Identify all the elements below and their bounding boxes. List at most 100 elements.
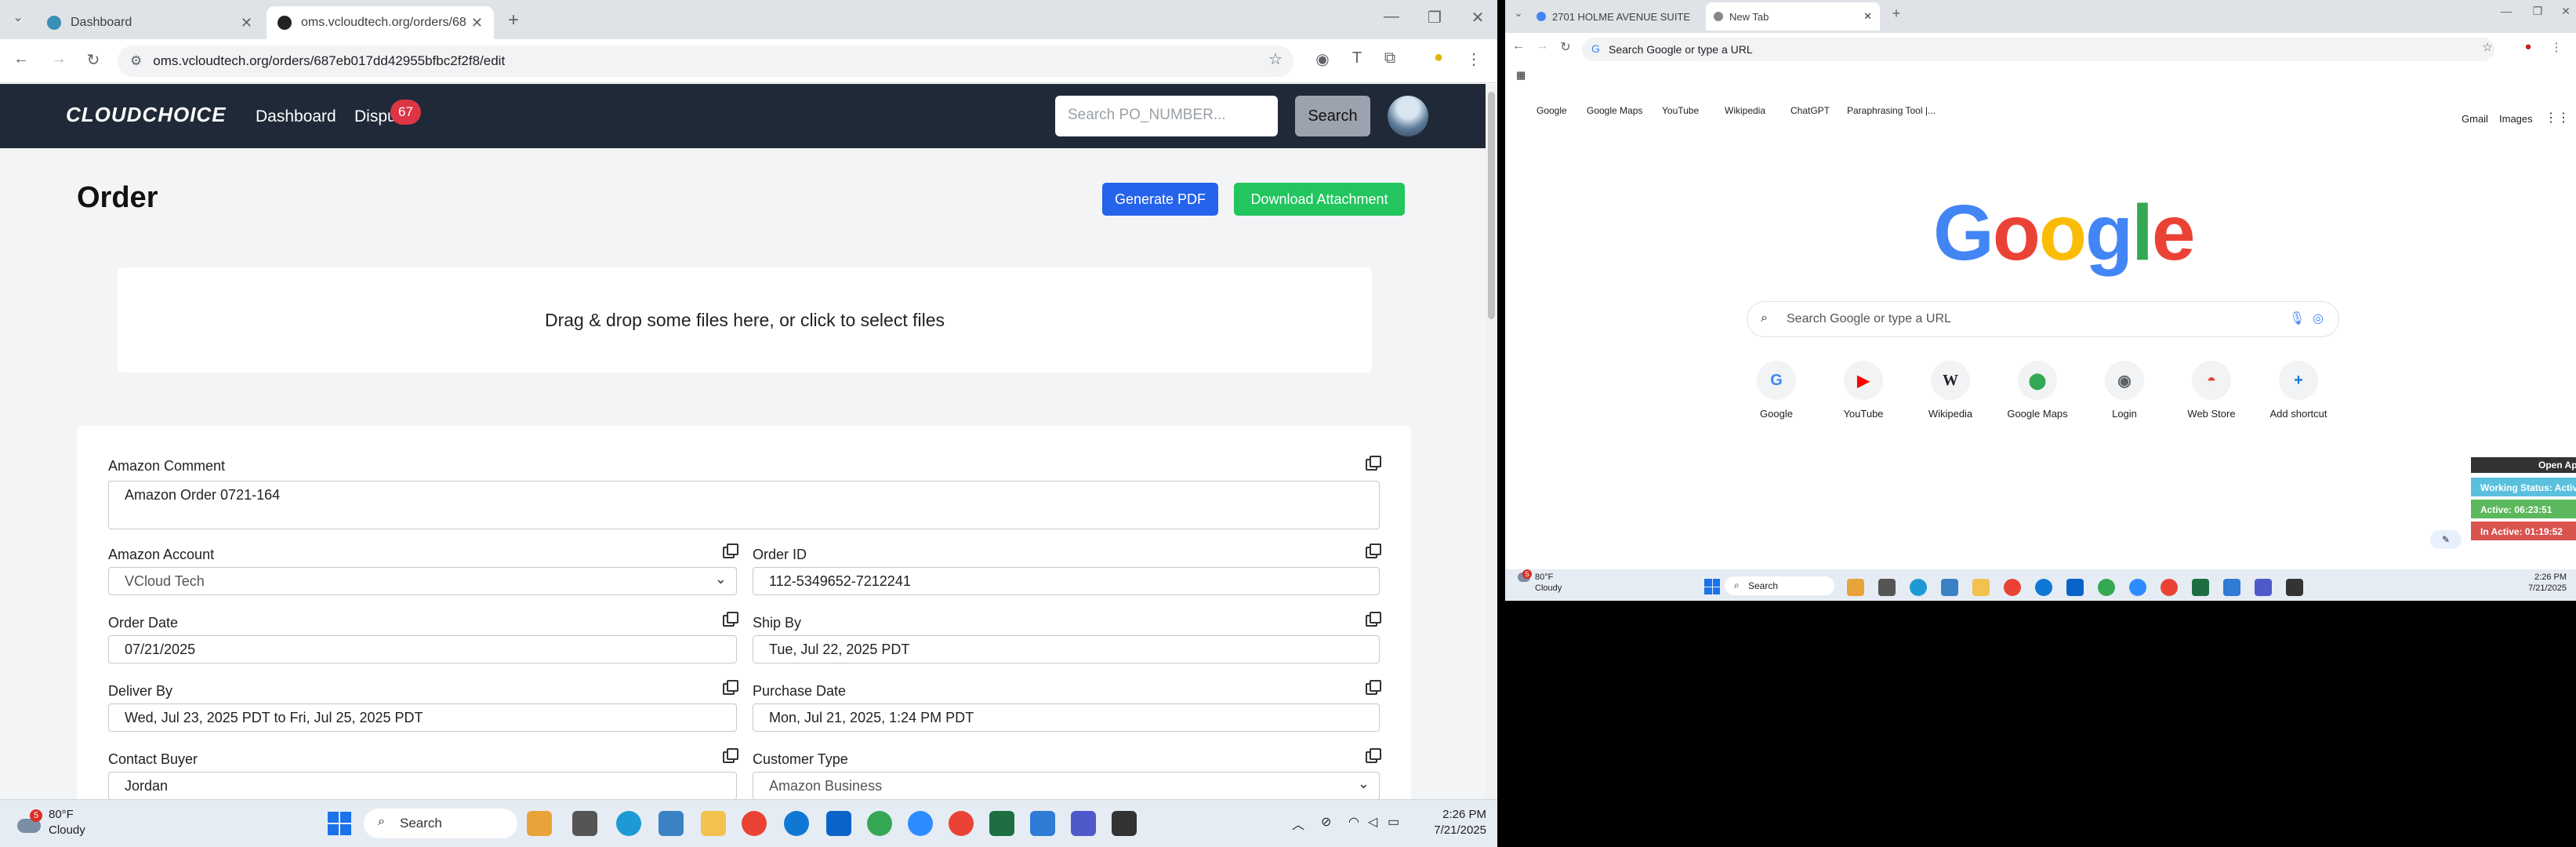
task-view-icon[interactable] xyxy=(572,811,597,836)
zoom-icon[interactable] xyxy=(2129,579,2146,596)
sticky-notes-icon[interactable] xyxy=(2286,579,2303,596)
copy-icon[interactable] xyxy=(1366,543,1381,558)
tab-new-tab[interactable]: New Tab ✕ xyxy=(1706,2,1880,31)
profile-icon[interactable]: ● xyxy=(1427,49,1450,67)
gmail-link[interactable]: Gmail xyxy=(2462,113,2488,125)
bookmark-star-icon[interactable]: ☆ xyxy=(2476,40,2499,54)
battery-icon[interactable]: ▭ xyxy=(1388,814,1399,830)
menu-icon[interactable]: ⋮ xyxy=(2545,40,2568,54)
address-bar[interactable]: ⚙ oms.vcloudtech.org/orders/687eb017dd42… xyxy=(118,45,1293,77)
edge-icon[interactable] xyxy=(616,811,641,836)
extensions-puzzle-icon[interactable]: ⧉ xyxy=(1378,49,1402,67)
copy-icon[interactable] xyxy=(1366,680,1381,695)
deliver-by-field[interactable]: Wed, Jul 23, 2025 PDT to Fri, Jul 25, 20… xyxy=(108,703,737,732)
bookmark-google[interactable]: Google xyxy=(1537,105,1567,116)
edge-browser-icon[interactable] xyxy=(784,811,809,836)
extension-icon[interactable]: ◉ xyxy=(1311,49,1334,69)
tab-holme-avenue[interactable]: 2701 HOLME AVENUE SUITE 1... xyxy=(1529,2,1703,31)
order-id-field[interactable]: 112-5349652-7212241 xyxy=(753,567,1380,595)
tray-chevron-icon[interactable]: ︿ xyxy=(1292,814,1304,833)
taskbar-date[interactable]: 7/21/2025 xyxy=(1411,823,1486,837)
shortcut-wikipedia[interactable]: W Wikipedia xyxy=(1907,361,1994,420)
back-icon[interactable]: ← xyxy=(1507,39,1530,53)
chrome-icon[interactable] xyxy=(742,811,767,836)
shortcut-login[interactable]: ◉ Login xyxy=(2081,361,2168,420)
copy-icon[interactable] xyxy=(1366,612,1381,627)
google-search-input[interactable]: Search Google or type a URL xyxy=(1747,301,2339,337)
apps-grid-icon[interactable]: ▦ xyxy=(1516,69,1526,82)
zoom-icon[interactable] xyxy=(908,811,933,836)
bookmark-star-icon[interactable]: ☆ xyxy=(1264,49,1287,69)
file-dropzone[interactable]: Drag & drop some files here, or click to… xyxy=(118,267,1372,373)
bookmark-chatgpt[interactable]: ChatGPT xyxy=(1791,105,1830,116)
images-link[interactable]: Images xyxy=(2499,113,2533,125)
tray-app-icon[interactable]: ⊘ xyxy=(1321,814,1331,830)
chrome-profile-icon[interactable] xyxy=(2098,579,2115,596)
close-icon[interactable]: ✕ xyxy=(1863,10,1872,23)
teams-icon[interactable] xyxy=(2255,579,2272,596)
close-icon[interactable]: ✕ xyxy=(471,15,483,31)
minimize-icon[interactable]: — xyxy=(1380,8,1403,26)
copy-icon[interactable] xyxy=(723,612,738,627)
edge-icon[interactable] xyxy=(1910,579,1927,596)
bookmark-paraphrasing[interactable]: Paraphrasing Tool |... xyxy=(1847,105,1936,116)
avatar[interactable] xyxy=(1388,96,1428,136)
taskbar-time[interactable]: 2:26 PM xyxy=(2501,573,2567,582)
wifi-icon[interactable]: ◠ xyxy=(1348,814,1359,830)
reload-icon[interactable]: ↻ xyxy=(1554,39,1577,55)
copy-icon[interactable] xyxy=(1366,748,1381,763)
tab-orders[interactable]: oms.vcloudtech.org/orders/687 ✕ xyxy=(267,6,494,39)
back-icon[interactable]: ← xyxy=(9,50,33,68)
amazon-comment-field[interactable]: Amazon Order 0721-164 xyxy=(108,481,1380,529)
task-view-icon[interactable] xyxy=(1878,579,1896,596)
chrome-profile-icon[interactable] xyxy=(867,811,892,836)
maximize-icon[interactable]: ❐ xyxy=(1423,8,1446,27)
copilot-icon[interactable] xyxy=(1847,579,1864,596)
generate-pdf-button[interactable]: Generate PDF xyxy=(1102,183,1218,216)
file-explorer-icon[interactable] xyxy=(701,811,726,836)
excel-icon[interactable] xyxy=(2192,579,2209,596)
outlook-icon[interactable] xyxy=(826,811,851,836)
forward-icon[interactable]: → xyxy=(47,50,71,68)
copy-icon[interactable] xyxy=(723,748,738,763)
calculator-icon[interactable] xyxy=(659,811,684,836)
copy-icon[interactable] xyxy=(1366,456,1381,471)
lens-icon[interactable]: ◎ xyxy=(2313,311,2324,326)
forward-icon[interactable]: → xyxy=(1530,39,1554,53)
customer-type-select[interactable]: Amazon Business ⌄ xyxy=(753,772,1380,800)
window-close-icon[interactable]: ✕ xyxy=(1466,8,1489,27)
excel-icon[interactable] xyxy=(989,811,1014,836)
po-search-input[interactable]: Search PO_NUMBER... xyxy=(1055,96,1278,136)
text-icon[interactable]: T xyxy=(1345,49,1369,67)
shortcut-google[interactable]: G Google xyxy=(1733,361,1820,420)
amazon-account-select[interactable]: VCloud Tech ⌄ xyxy=(108,567,737,595)
photos-icon[interactable] xyxy=(1030,811,1055,836)
outlook-icon[interactable] xyxy=(2066,579,2084,596)
bookmark-google-maps[interactable]: Google Maps xyxy=(1587,105,1642,116)
new-tab-icon[interactable]: + xyxy=(502,9,525,31)
tab-dashboard[interactable]: Dashboard ✕ xyxy=(36,6,263,39)
menu-icon[interactable]: ⋮ xyxy=(1462,49,1486,69)
windows-start-icon[interactable] xyxy=(328,812,351,835)
tab-search-icon[interactable]: ⌄ xyxy=(6,9,30,25)
overlay-open-button[interactable]: Open Ap xyxy=(2471,457,2576,473)
taskbar-time[interactable]: 2:26 PM xyxy=(1411,808,1486,821)
search-button[interactable]: Search xyxy=(1295,96,1370,136)
address-bar[interactable]: Search Google or type a URL xyxy=(1582,38,2494,61)
scrollbar-thumb[interactable] xyxy=(1488,92,1495,319)
page-scrollbar[interactable] xyxy=(1486,84,1497,799)
reload-icon[interactable]: ↻ xyxy=(82,50,105,70)
chrome-icon[interactable] xyxy=(2004,579,2021,596)
shortcut-google-maps[interactable]: ⬤ Google Maps xyxy=(1994,361,2081,420)
taskbar-search[interactable]: Search xyxy=(1725,576,1834,595)
site-info-icon[interactable]: ⚙ xyxy=(130,53,142,69)
sticky-notes-icon[interactable] xyxy=(1112,811,1137,836)
minimize-icon[interactable]: — xyxy=(2494,5,2518,17)
contact-buyer-field[interactable]: Jordan xyxy=(108,772,737,800)
order-date-field[interactable]: 07/21/2025 xyxy=(108,635,737,663)
close-icon[interactable]: ✕ xyxy=(241,15,252,31)
weather-widget[interactable]: 5 xyxy=(17,809,45,838)
google-apps-icon[interactable]: ⋮⋮ xyxy=(2545,110,2570,125)
taskbar-date[interactable]: 7/21/2025 xyxy=(2501,583,2567,593)
bookmark-wikipedia[interactable]: Wikipedia xyxy=(1725,105,1765,116)
